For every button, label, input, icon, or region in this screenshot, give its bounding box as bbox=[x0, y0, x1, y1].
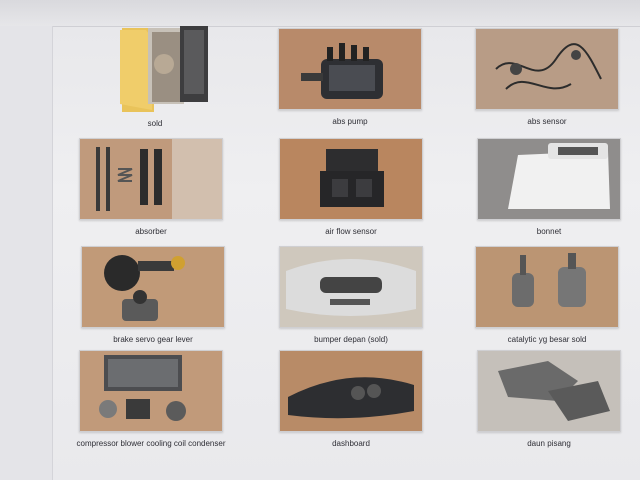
navigation-pane[interactable] bbox=[0, 26, 53, 480]
window-top-bar bbox=[0, 0, 640, 27]
image-bumper-depan[interactable]: bumper depan (sold) bbox=[266, 246, 436, 345]
thumbnail bbox=[279, 138, 423, 220]
item-label: bonnet bbox=[536, 227, 562, 236]
image-catalytic[interactable]: catalytic yg besar sold bbox=[462, 246, 632, 345]
item-label: catalytic yg besar sold bbox=[507, 335, 587, 344]
item-label: air flow sensor bbox=[325, 227, 377, 236]
item-label: abs pump bbox=[332, 117, 368, 126]
item-label: abs sensor bbox=[527, 117, 567, 126]
image-brake-servo-gear-lever[interactable]: brake servo gear lever bbox=[68, 246, 238, 345]
image-abs-pump[interactable]: abs pump bbox=[265, 28, 435, 127]
item-label: sold bbox=[147, 119, 163, 128]
item-label: bumper depan (sold) bbox=[314, 335, 388, 344]
thumbnail bbox=[279, 350, 423, 432]
thumbnail bbox=[79, 138, 223, 220]
thumbnail bbox=[278, 28, 422, 110]
thumbnail bbox=[279, 246, 423, 328]
item-label: compressor blower cooling coil condenser bbox=[76, 439, 226, 448]
item-label: brake servo gear lever bbox=[113, 335, 193, 344]
thumbnail bbox=[477, 350, 621, 432]
thumbnail bbox=[81, 246, 225, 328]
image-compressor-blower[interactable]: compressor blower cooling coil condenser bbox=[66, 350, 236, 449]
thumbnail bbox=[475, 246, 619, 328]
item-label: daun pisang bbox=[527, 439, 571, 448]
image-abs-sensor[interactable]: abs sensor bbox=[462, 28, 632, 127]
folder-sold[interactable]: sold bbox=[70, 24, 240, 129]
image-dashboard[interactable]: dashboard bbox=[266, 350, 436, 449]
image-absorber[interactable]: absorber bbox=[66, 138, 236, 237]
image-air-flow-sensor[interactable]: air flow sensor bbox=[266, 138, 436, 237]
item-label: dashboard bbox=[332, 439, 370, 448]
item-label: absorber bbox=[135, 227, 167, 236]
thumbnail bbox=[477, 138, 621, 220]
thumbnail bbox=[475, 28, 619, 110]
image-daun-pisang[interactable]: daun pisang bbox=[464, 350, 634, 449]
folder-icon bbox=[102, 24, 208, 112]
image-bonnet[interactable]: bonnet bbox=[464, 138, 634, 237]
thumbnail bbox=[79, 350, 223, 432]
